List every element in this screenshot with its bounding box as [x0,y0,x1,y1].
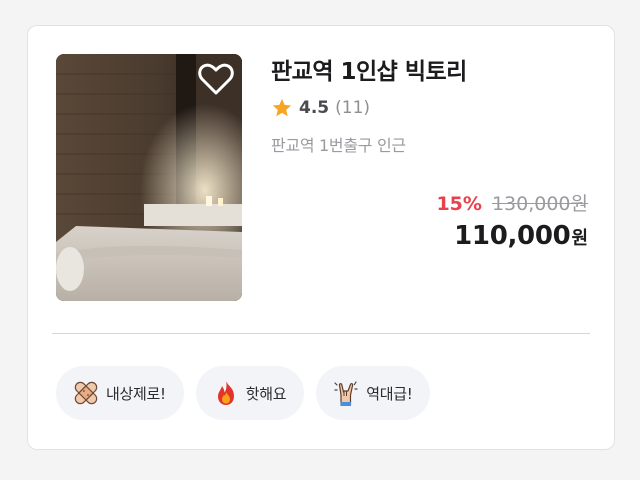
price-block: 15% 130,000원 110,000원 [436,191,588,251]
review-count: (11) [335,98,371,118]
shop-card[interactable]: 판교역 1인샵 빅토리 4.5 (11) 판교역 1번출구 인근 15% 130,… [27,25,615,450]
rock-hand-icon [334,381,358,406]
heart-outline-icon[interactable] [198,62,234,96]
star-icon [272,98,292,117]
tag-label: 역대급! [366,384,413,403]
tag-label: 핫해요 [245,384,287,403]
tag-chip-hot[interactable]: 핫해요 [195,366,305,420]
final-price: 110,000 [454,221,571,251]
shop-info: 판교역 1인샵 빅토리 4.5 (11) 판교역 1번출구 인근 [271,56,591,156]
fire-icon [217,381,234,405]
tag-label: 내상제로! [106,384,166,403]
rating-row: 4.5 (11) [271,96,591,120]
tag-chip-best[interactable]: 역대급! [316,366,431,420]
shop-location: 판교역 1번출구 인근 [271,136,406,155]
original-price: 130,000원 [491,193,588,215]
tag-list: 내상제로! 핫해요 역대급! [56,366,431,420]
bandage-icon [74,381,98,405]
divider [52,333,590,334]
rating-value: 4.5 [299,98,330,118]
final-price-unit: 원 [571,228,588,249]
discount-rate: 15% [436,193,482,215]
tag-chip-nosang-zero[interactable]: 내상제로! [56,366,184,420]
shop-thumbnail[interactable] [56,54,242,301]
shop-title[interactable]: 판교역 1인샵 빅토리 [271,56,591,88]
